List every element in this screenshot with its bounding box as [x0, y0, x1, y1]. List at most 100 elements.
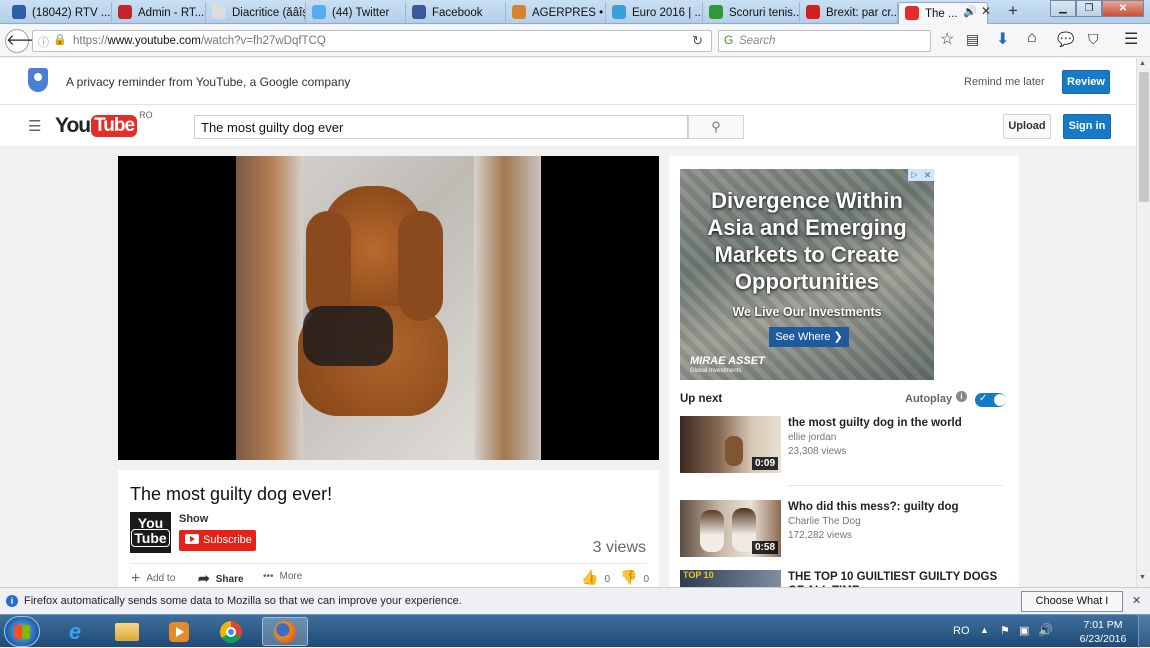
tab-7[interactable]: Euro 2016 | ...	[606, 2, 703, 24]
pocket-icon[interactable]: ⛉	[1088, 31, 1099, 48]
taskbar-media-player-icon[interactable]	[156, 617, 202, 646]
reload-icon[interactable]: ↻	[692, 33, 703, 49]
choose-what-i-share-button[interactable]: Choose What I Share	[1021, 591, 1123, 626]
search-bar[interactable]: G Search	[718, 30, 931, 52]
info-icon[interactable]: ⓘ	[38, 34, 49, 50]
tab-favicon-icon	[212, 5, 226, 19]
list-item[interactable]: TOP 10 THE TOP 10 GUILTIEST GUILTY DOGS …	[680, 570, 1005, 587]
notification-close-icon[interactable]: ✕	[1132, 594, 1141, 607]
adchoices-icon[interactable]: ▷	[908, 169, 921, 181]
search-input[interactable]: The most guilty dog ever	[194, 115, 688, 139]
browser-nav-bar: 🡐 ⓘ 🔒 https://www.youtube.com/watch?v=fh…	[0, 25, 1150, 57]
taskbar-firefox-icon[interactable]	[262, 617, 308, 646]
more-button[interactable]: ••• More	[263, 571, 302, 582]
video-title[interactable]: the most guilty dog in the world	[788, 416, 1003, 430]
youtube-logo[interactable]: You Tube RO	[55, 110, 153, 138]
taskbar-explorer-icon[interactable]	[104, 617, 150, 646]
minimize-button[interactable]: ▁	[1050, 0, 1076, 17]
channel-avatar[interactable]: You Tube	[130, 512, 171, 553]
tab-9[interactable]: Brexit: par cr...	[800, 2, 898, 24]
like-button[interactable]: 👍 0	[581, 569, 610, 586]
list-item[interactable]: 0:09 the most guilty dog in the world el…	[680, 416, 1005, 474]
ad-close-icon[interactable]: ✕	[921, 169, 934, 181]
tab-3[interactable]: Diacritice (ăâîşţ) ...	[206, 2, 306, 24]
clock[interactable]: 7:01 PM 6/23/2016	[1078, 618, 1128, 646]
maximize-button[interactable]: ❐	[1076, 0, 1102, 17]
clock-time: 7:01 PM	[1083, 619, 1123, 631]
language-indicator[interactable]: RO	[953, 625, 970, 637]
tab-1[interactable]: (18042) RTV ...	[6, 2, 112, 24]
tab-label: (44) Twitter	[332, 7, 390, 19]
bookmark-star-icon[interactable]: ☆	[940, 29, 954, 49]
tab-2[interactable]: Admin - RT...	[112, 2, 206, 24]
channel-name[interactable]: Show	[179, 513, 208, 525]
ad-headline-line-1: Divergence Within	[711, 188, 903, 213]
ad-cta-button[interactable]: See Where ❯	[769, 327, 849, 347]
video-thumbnail[interactable]: TOP 10	[680, 570, 781, 587]
remind-later-button[interactable]: Remind me later	[964, 76, 1045, 88]
tab-label: The ...	[925, 8, 958, 20]
back-button[interactable]: 🡐	[5, 29, 46, 53]
page-scrollbar[interactable]: ▲ ▼	[1136, 58, 1150, 587]
tab-favicon-icon	[118, 5, 132, 19]
window-controls: ▁ ❐ ✕	[1050, 0, 1144, 18]
reading-list-icon[interactable]: ▤	[966, 31, 979, 48]
ad-banner[interactable]: Divergence Within Asia and Emerging Mark…	[680, 169, 934, 380]
ad-headline-line-4: Opportunities	[734, 269, 880, 294]
video-title[interactable]: THE TOP 10 GUILTIEST GUILTY DOGS OF ALL …	[788, 570, 1003, 587]
home-icon[interactable]: ⌂	[1027, 29, 1037, 47]
tab-6[interactable]: AGERPRES • ...	[506, 2, 606, 24]
windows-logo-icon	[14, 625, 30, 639]
dog-figure	[700, 510, 724, 552]
notification-text: Firefox automatically sends some data to…	[24, 595, 462, 607]
tab-close-icon[interactable]: ✕	[981, 4, 991, 18]
guide-menu-icon[interactable]: ☰	[28, 117, 41, 135]
add-to-button[interactable]: + Add to	[131, 570, 175, 587]
video-player[interactable]	[118, 156, 659, 460]
network-icon[interactable]: ▣	[1019, 624, 1029, 637]
clock-date: 6/23/2016	[1079, 633, 1127, 645]
scroll-down-arrow[interactable]: ▼	[1139, 574, 1146, 581]
upload-button[interactable]: Upload	[1003, 114, 1051, 139]
ad-tagline: We Live Our Investments	[732, 305, 882, 319]
scroll-thumb[interactable]	[1139, 72, 1149, 202]
browser-tab-bar: (18042) RTV ... Admin - RT... Diacritice (…	[0, 0, 1150, 24]
subscribe-button[interactable]: Subscribe	[179, 530, 256, 551]
autoplay-info-icon[interactable]: i	[956, 391, 967, 402]
chat-icon[interactable]: 💬	[1057, 31, 1074, 48]
autoplay-toggle[interactable]: ✓	[975, 393, 1006, 407]
menu-icon[interactable]: ☰	[1124, 29, 1138, 49]
window-close-button[interactable]: ✕	[1102, 0, 1144, 17]
tab-audio-icon[interactable]: 🔊	[963, 5, 977, 18]
volume-icon[interactable]: 🔊	[1038, 623, 1053, 637]
video-thumbnail[interactable]: 0:58	[680, 500, 781, 557]
ad-headline: Divergence Within Asia and Emerging Mark…	[680, 187, 934, 295]
tab-5[interactable]: Facebook	[406, 2, 506, 24]
flag-icon[interactable]: ⚑	[1000, 624, 1010, 637]
video-frame-blur-left	[236, 156, 303, 460]
new-tab-button[interactable]: +	[1008, 1, 1018, 21]
scroll-up-arrow[interactable]: ▲	[1139, 60, 1146, 67]
youtube-play-icon	[185, 534, 199, 544]
review-button[interactable]: Review	[1062, 70, 1110, 94]
video-title[interactable]: Who did this mess?: guilty dog	[788, 500, 1003, 514]
share-button[interactable]: ➦ Share	[198, 570, 244, 587]
tray-expand-icon[interactable]: ▲	[980, 625, 989, 635]
tab-4[interactable]: (44) Twitter	[306, 2, 406, 24]
show-desktop-button[interactable]	[1138, 615, 1150, 648]
sign-in-button[interactable]: Sign in	[1063, 114, 1111, 139]
taskbar-chrome-icon[interactable]	[208, 617, 254, 646]
search-engine-icon[interactable]: G	[724, 33, 733, 47]
divider	[130, 563, 647, 564]
search-button[interactable]: ⚲	[688, 115, 744, 139]
start-button[interactable]	[4, 616, 40, 647]
taskbar-ie-icon[interactable]: e	[52, 617, 98, 646]
list-item[interactable]: 0:58 Who did this mess?: guilty dog Char…	[680, 500, 1005, 558]
tab-8[interactable]: Scoruri tenis...	[703, 2, 800, 24]
logo-tube: Tube	[91, 115, 138, 137]
dislike-button[interactable]: 👎 0	[620, 569, 649, 586]
downloads-icon[interactable]: ⬇	[996, 29, 1009, 49]
tab-label: (18042) RTV ...	[32, 7, 111, 19]
video-thumbnail[interactable]: 0:09	[680, 416, 781, 473]
url-bar[interactable]: ⓘ 🔒 https://www.youtube.com/watch?v=fh27…	[32, 30, 712, 52]
